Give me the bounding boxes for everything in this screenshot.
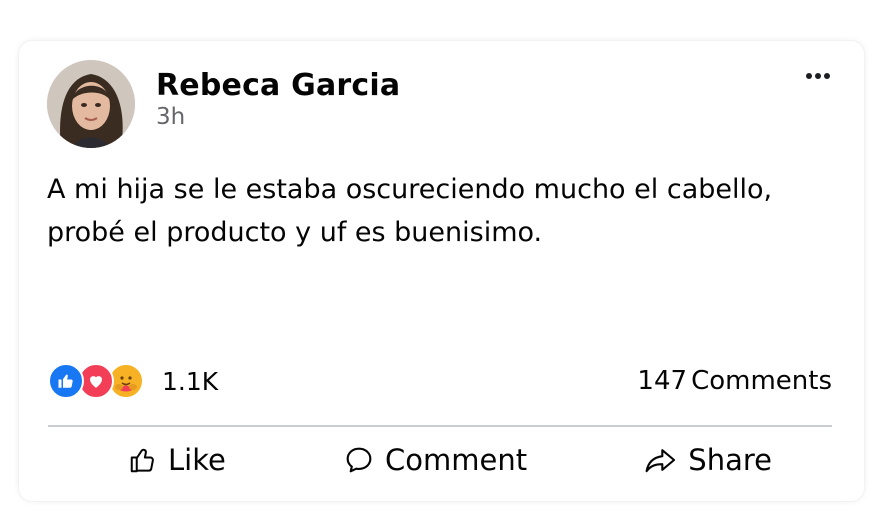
dot bbox=[815, 73, 821, 79]
avatar-photo bbox=[47, 60, 135, 148]
post-card bbox=[18, 40, 865, 502]
more-options-icon[interactable] bbox=[800, 64, 836, 88]
post-actions: Like Comment Share bbox=[48, 436, 832, 484]
comments-label: Comments bbox=[691, 366, 832, 396]
avatar[interactable] bbox=[47, 60, 135, 148]
comment-label: Comment bbox=[385, 443, 528, 477]
comments-count-link[interactable]: 147 Comments bbox=[637, 366, 832, 396]
share-icon bbox=[645, 449, 676, 473]
comment-icon bbox=[346, 447, 372, 473]
post-text: A mi hija se le estaba oscureciendo much… bbox=[47, 174, 773, 248]
like-label: Like bbox=[168, 443, 226, 477]
divider bbox=[48, 425, 832, 427]
reactions-summary[interactable]: 1.1K bbox=[48, 362, 218, 400]
share-label: Share bbox=[688, 443, 772, 477]
share-button[interactable]: Share bbox=[636, 443, 780, 477]
like-button[interactable]: Like bbox=[120, 443, 234, 477]
comment-button[interactable]: Comment bbox=[335, 443, 535, 477]
author-name[interactable]: Rebeca Garcia bbox=[156, 68, 400, 103]
comments-count: 147 bbox=[637, 366, 688, 396]
dot bbox=[806, 73, 812, 79]
thumbs-up-icon bbox=[130, 448, 154, 473]
post-timestamp[interactable]: 3h bbox=[156, 104, 185, 130]
dot bbox=[824, 73, 830, 79]
like-reaction-icon bbox=[48, 363, 84, 399]
reaction-count: 1.1K bbox=[162, 366, 219, 396]
